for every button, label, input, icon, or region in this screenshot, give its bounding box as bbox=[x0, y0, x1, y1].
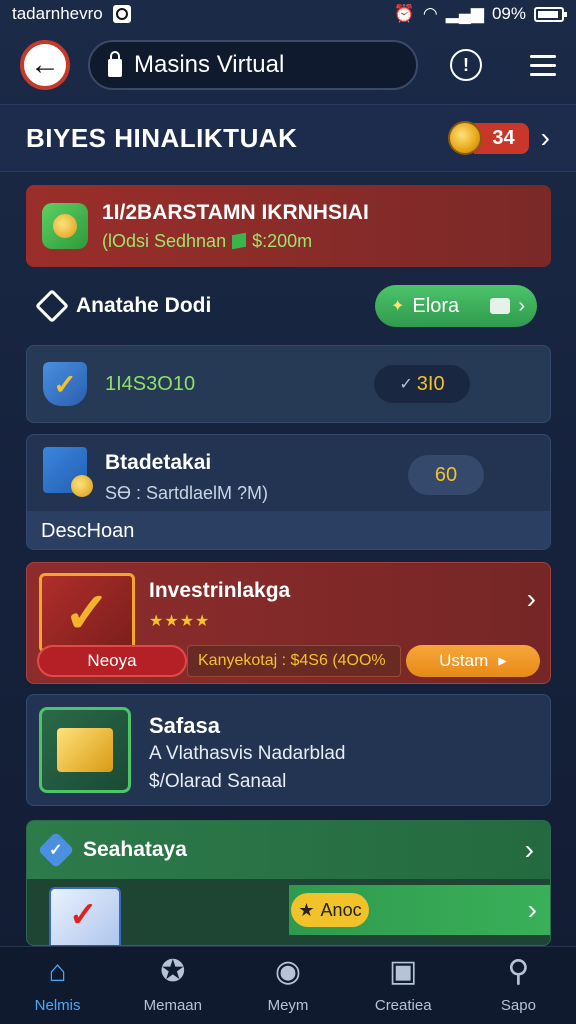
balance-value: 1I4S3O10 bbox=[105, 372, 196, 395]
top-toolbar: ← Masins Virtual ! bbox=[0, 30, 576, 100]
action-row: Anatahe Dodi ✦ Elora › bbox=[26, 278, 551, 334]
invest-info-chip: Kanyekotaj : $4S6 (4OO% bbox=[187, 645, 401, 677]
hamburger-menu-icon[interactable] bbox=[530, 54, 556, 76]
rating-stars: ★★★★ bbox=[149, 613, 211, 630]
diamond-icon bbox=[35, 289, 69, 323]
balance-card[interactable]: ✓ 1I4S3O10 ✓ 3I0 bbox=[26, 345, 551, 423]
ustam-button[interactable]: Ustam ▸ bbox=[406, 645, 540, 677]
safasa-card[interactable]: Safasa A Vlathasvis Nadarblad $/Olarad S… bbox=[26, 694, 551, 806]
green-action-bar[interactable]: ★ Anoc › bbox=[289, 885, 550, 935]
alarm-icon: ⏰ bbox=[393, 4, 415, 23]
safasa-line-2: $/Olarad Sanaal bbox=[149, 771, 287, 792]
info-icon: ! bbox=[463, 54, 469, 75]
chevron-right-icon[interactable]: › bbox=[527, 583, 536, 615]
anoc-tag-label: Anoc bbox=[320, 899, 362, 920]
details-card[interactable]: Btadetakai SӨ : SartdlaelM ?M) 60 DescHo… bbox=[26, 434, 551, 550]
details-pill[interactable]: 60 bbox=[408, 455, 484, 495]
nav-creatiea[interactable]: ▣ Creatiea bbox=[346, 947, 461, 1024]
balance-pill-value: 3I0 bbox=[416, 372, 445, 395]
green-card-title: Seahataya bbox=[83, 838, 187, 861]
promo-subtitle: (lOdsi Sedhnan bbox=[102, 230, 227, 251]
chevron-right-icon[interactable]: › bbox=[525, 834, 534, 866]
chevron-right-icon: › bbox=[540, 122, 550, 153]
search-icon: ⚲ bbox=[507, 955, 530, 988]
invest-title: Investrinlakga bbox=[149, 579, 291, 602]
nav-sapo[interactable]: ⚲ Sapo bbox=[461, 947, 576, 1024]
elora-button[interactable]: ✦ Elora › bbox=[375, 285, 537, 327]
page-header: BIYES HINALIKTUAK 34 › bbox=[0, 104, 576, 172]
neoya-button[interactable]: Neoya bbox=[37, 645, 187, 677]
sparkle-icon: ✦ bbox=[391, 298, 405, 315]
info-button[interactable]: ! bbox=[450, 49, 482, 81]
nav-memaan[interactable]: ✪ Memaan bbox=[115, 947, 230, 1024]
nav-memaan-label: Memaan bbox=[143, 997, 202, 1014]
app-notification-icon bbox=[112, 5, 131, 23]
document-coin-icon bbox=[43, 447, 93, 497]
wifi-icon: ◠ bbox=[422, 4, 438, 23]
verified-badge-icon bbox=[37, 831, 75, 869]
nav-home-label: Nelmis bbox=[34, 997, 81, 1014]
green-card[interactable]: Seahataya › ★ Anoc › bbox=[26, 820, 551, 946]
details-subtitle: SӨ : SartdlaelM ?M) bbox=[105, 483, 269, 503]
layers-icon: ▣ bbox=[389, 955, 418, 988]
cube-icon bbox=[232, 232, 247, 250]
check-icon: ✓ bbox=[399, 376, 413, 393]
nav-meym[interactable]: ◉ Meym bbox=[230, 947, 345, 1024]
camera-icon: ◉ bbox=[274, 955, 302, 988]
money-app-icon bbox=[42, 203, 88, 249]
coin-count: 34 bbox=[474, 122, 529, 154]
promo-card[interactable]: 1I/2BARSTAMN IKRNHSIAI (lOdsi Sedhnan $:… bbox=[26, 185, 551, 267]
chevron-right-icon: › bbox=[518, 294, 525, 317]
invest-card[interactable]: Investrinlakga ★★★★ › Neoya Kanyekotaj :… bbox=[26, 562, 551, 684]
signal-icon: ▂▄▆ bbox=[445, 4, 484, 23]
notepad-check-icon bbox=[49, 887, 121, 945]
battery-icon bbox=[534, 6, 567, 22]
play-icon: ▸ bbox=[498, 651, 507, 670]
promo-title: 1I/2BARSTAMN IKRNHSIAI bbox=[102, 200, 369, 224]
safasa-line-1: A Vlathasvis Nadarblad bbox=[149, 743, 346, 764]
battery-percent: 09% bbox=[491, 4, 526, 23]
nav-home[interactable]: ⌂ Nelmis bbox=[0, 947, 115, 1024]
star-icon: ★ bbox=[298, 899, 315, 920]
checkmark-badge-icon bbox=[39, 573, 135, 653]
coin-balance[interactable]: 34 › bbox=[448, 121, 550, 155]
arrow-left-icon: ← bbox=[30, 48, 60, 81]
page-title: BIYES HINALIKTUAK bbox=[26, 122, 298, 153]
address-bar[interactable]: Masins Virtual bbox=[88, 40, 418, 90]
status-left-text: tadarnhevro bbox=[12, 4, 103, 23]
promo-amount: $:200m bbox=[252, 230, 313, 251]
address-text: Masins Virtual bbox=[134, 51, 285, 78]
balance-pill[interactable]: ✓ 3I0 bbox=[374, 365, 470, 403]
star-icon: ✪ bbox=[160, 955, 186, 988]
nav-meym-label: Meym bbox=[267, 997, 309, 1014]
ustam-button-label: Ustam bbox=[439, 651, 489, 670]
bottom-navigation: ⌂ Nelmis ✪ Memaan ◉ Meym ▣ Creatiea ⚲ Sa… bbox=[0, 946, 576, 1024]
action-row-label: Anatahe Dodi bbox=[76, 294, 212, 317]
shield-check-icon: ✓ bbox=[43, 362, 87, 406]
details-footer[interactable]: DescHoan bbox=[27, 511, 550, 549]
details-title: Btadetakai bbox=[105, 451, 212, 474]
status-bar: tadarnhevro ⏰ ◠ ▂▄▆ 09% bbox=[0, 0, 576, 28]
chevron-right-icon: › bbox=[527, 894, 537, 925]
elora-button-label: Elora bbox=[412, 294, 460, 317]
anoc-tag[interactable]: ★ Anoc bbox=[291, 893, 369, 927]
home-icon: ⌂ bbox=[48, 955, 67, 988]
gold-bars-icon bbox=[39, 707, 131, 793]
nav-sapo-label: Sapo bbox=[500, 997, 536, 1014]
back-button[interactable]: ← bbox=[20, 40, 70, 90]
wallet-icon bbox=[490, 298, 511, 314]
lock-icon bbox=[108, 51, 122, 77]
nav-creatiea-label: Creatiea bbox=[374, 997, 432, 1014]
safasa-title: Safasa bbox=[149, 713, 220, 738]
